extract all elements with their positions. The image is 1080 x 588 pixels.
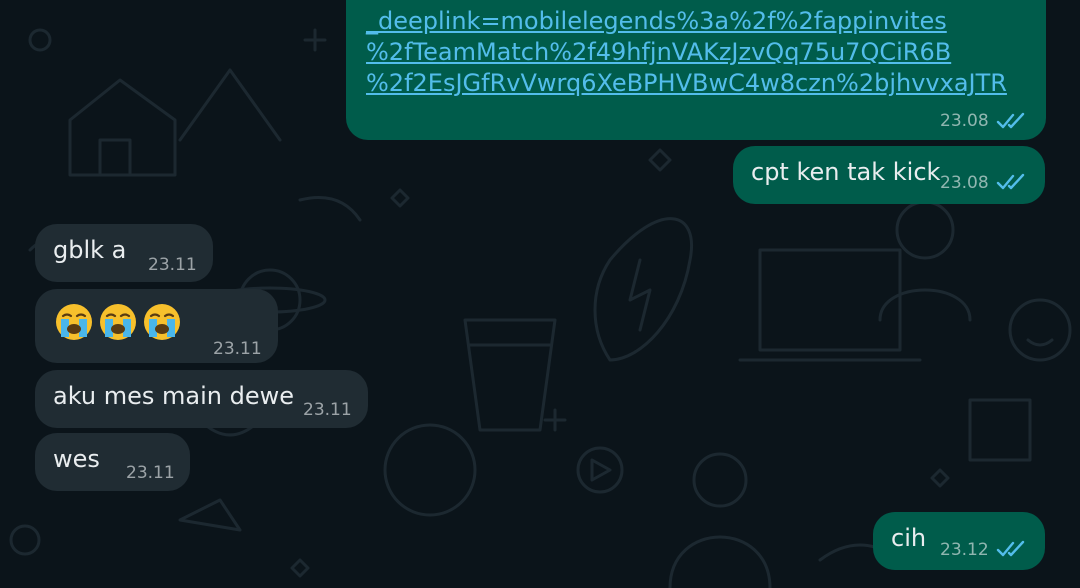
message-text: wes <box>53 445 100 473</box>
message-time: 23.08 <box>940 173 989 193</box>
message-bubble-aku[interactable]: aku mes main dewe 23.11 <box>35 370 368 428</box>
deeplink-line-1[interactable]: _deeplink=mobilelegends%3a%2f%2fappinvit… <box>366 6 947 36</box>
message-time: 23.11 <box>126 463 175 483</box>
message-bubble-gblk[interactable]: gblk a 23.11 <box>35 224 213 282</box>
double-check-read-icon <box>996 540 1025 557</box>
message-time: 23.11 <box>213 339 262 359</box>
message-text: cpt ken tak kick <box>751 158 941 186</box>
emoji-row <box>53 301 183 343</box>
message-time: 23.11 <box>303 400 352 420</box>
crying-face-icon <box>56 304 92 340</box>
message-time: 23.11 <box>148 255 197 275</box>
message-bubble-link[interactable]: _deeplink=mobilelegends%3a%2f%2fappinvit… <box>346 0 1046 140</box>
message-text: aku mes main dewe <box>53 382 294 410</box>
crying-face-icon <box>144 304 180 340</box>
deeplink-line-3[interactable]: %2f2EsJGfRvVwrq6XeBPHVBwC4w8czn%2bjhvvxa… <box>366 68 1007 98</box>
message-time: 23.12 <box>940 540 989 560</box>
message-bubble-cpt[interactable]: cpt ken tak kick 23.08 <box>733 146 1045 204</box>
message-time: 23.08 <box>940 111 989 131</box>
double-check-read-icon <box>996 173 1025 190</box>
message-text: gblk a <box>53 236 127 264</box>
double-check-read-icon <box>996 112 1025 129</box>
message-bubble-cih[interactable]: cih 23.12 <box>873 512 1045 570</box>
crying-face-icon <box>100 304 136 340</box>
message-bubble-wes[interactable]: wes 23.11 <box>35 433 190 491</box>
chat-conversation[interactable]: _deeplink=mobilelegends%3a%2f%2fappinvit… <box>0 0 1080 588</box>
message-text: cih <box>891 524 927 552</box>
deeplink-line-2[interactable]: %2fTeamMatch%2f49hfjnVAKzJzvQq75u7QCiR6B <box>366 37 951 67</box>
message-bubble-emoji[interactable]: 23.11 <box>35 289 278 363</box>
